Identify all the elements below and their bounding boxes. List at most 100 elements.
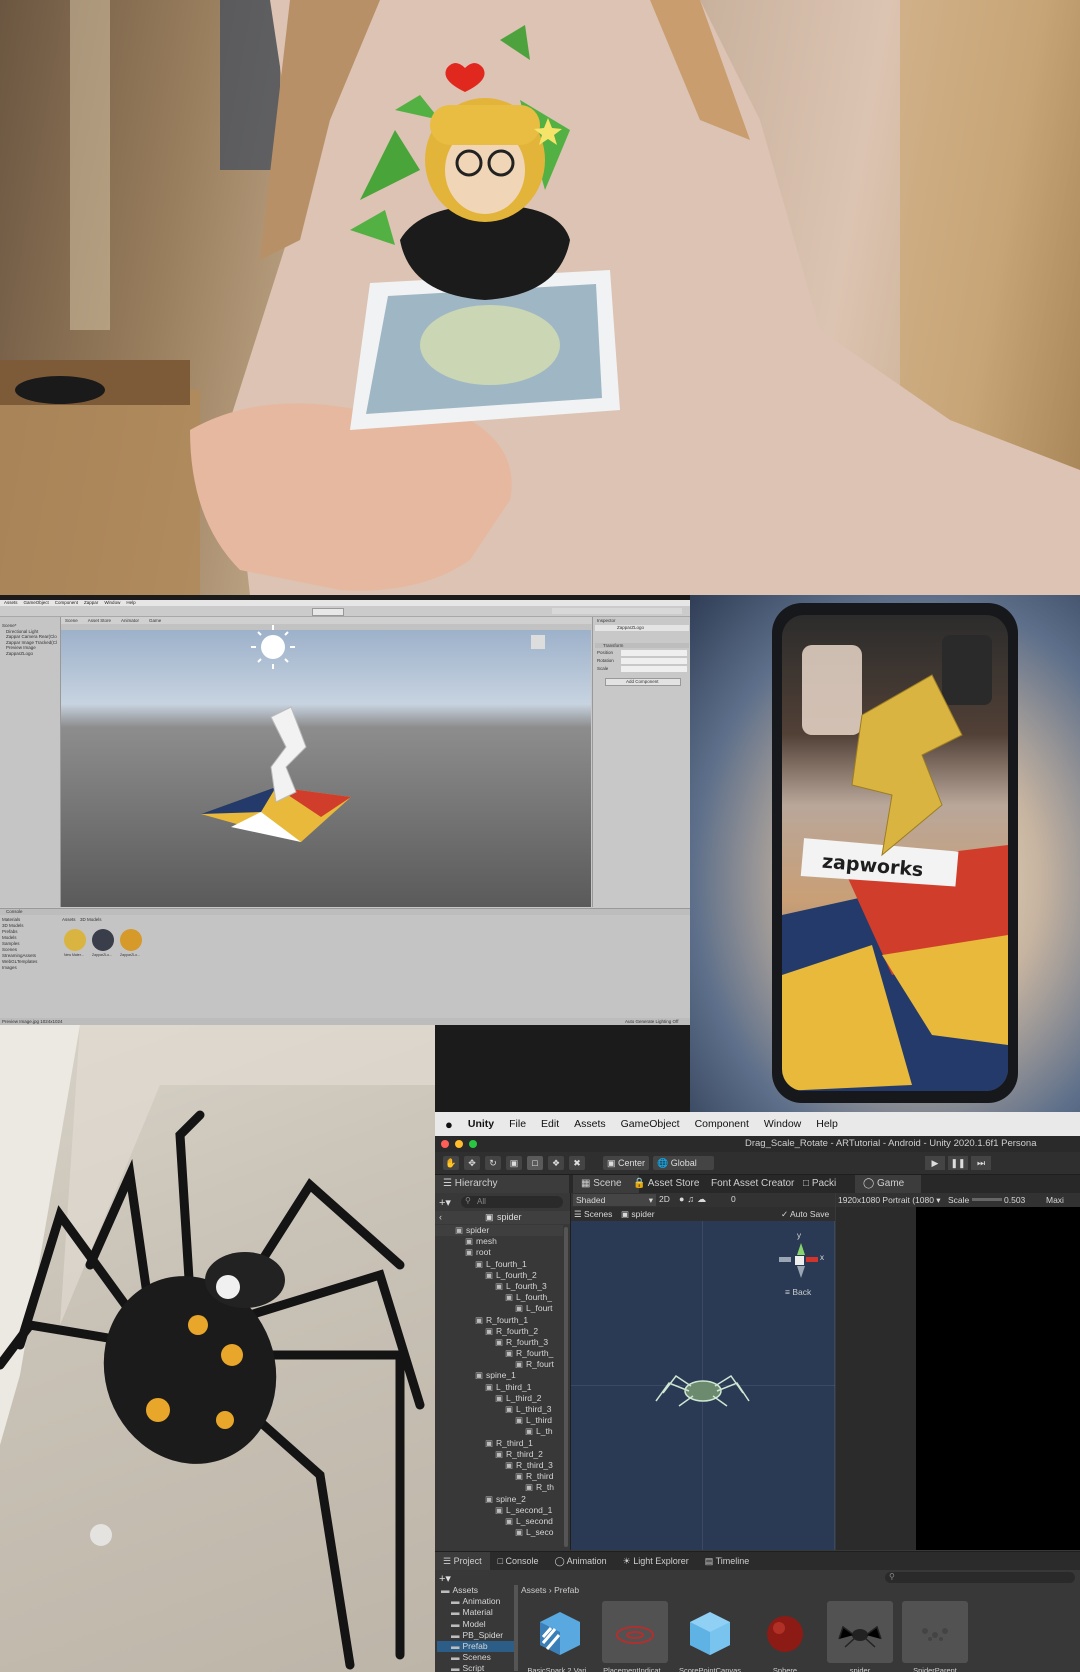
folder-item[interactable]: WebGLTemplates — [2, 959, 37, 964]
back-chevron-icon[interactable]: ‹ — [439, 1212, 442, 1222]
asset-item[interactable]: SpiderParent — [902, 1601, 968, 1672]
hierarchy-item[interactable]: ▣ L_fourth_1 — [435, 1259, 563, 1270]
breadcrumb-item[interactable]: 3D Models — [80, 917, 102, 922]
hierarchy-item[interactable]: ▣ L_third — [435, 1415, 563, 1426]
hierarchy-item[interactable]: ▣ R_fourt — [435, 1359, 563, 1370]
folder-item[interactable]: Samples — [2, 941, 20, 946]
asset-item[interactable]: Sphere — [752, 1601, 818, 1672]
hierarchy-scrollbar[interactable] — [564, 1227, 568, 1547]
tab-animation[interactable]: ◯ Animation — [547, 1552, 615, 1570]
hierarchy-item[interactable]: ▣ R_third_1 — [435, 1438, 563, 1449]
folder-item[interactable]: Models — [2, 935, 17, 940]
project-search-input[interactable]: ⚲ — [885, 1572, 1075, 1583]
hierarchy-item[interactable]: ▣ R_fourth_2 — [435, 1326, 563, 1337]
tab-console[interactable]: Console — [6, 909, 23, 914]
tab-font-asset-creator[interactable]: Font Asset Creator — [703, 1175, 802, 1193]
asset-item[interactable]: PlacementIndicat... — [602, 1601, 668, 1672]
asset-item[interactable]: ScorePointCanvas — [677, 1601, 743, 1672]
pivot-center-toggle[interactable]: ▣ Center — [603, 1156, 650, 1170]
menu-item-gameobject[interactable]: GameObject — [621, 1118, 680, 1130]
hierarchy-item[interactable]: ▣ spine_2 — [435, 1494, 563, 1505]
hierarchy-item[interactable]: ▣ R_fourth_3 — [435, 1337, 563, 1348]
hierarchy-item[interactable]: ▣ L_fourth_ — [435, 1292, 563, 1303]
hierarchy-item[interactable]: ▣ R_third — [435, 1471, 563, 1482]
hierarchy-item[interactable]: ▣ R_third_3 — [435, 1460, 563, 1471]
scene-view[interactable]: Scene Asset Store Animator Game — [61, 617, 595, 907]
hierarchy-item[interactable]: Zappar Image Tracked(Cl — [6, 640, 57, 645]
hierarchy-item[interactable]: ▣ L_th — [435, 1426, 563, 1437]
hierarchy-item[interactable]: ▣ spider — [435, 1225, 563, 1237]
hierarchy-item[interactable]: ▣ L_fourth_2 — [435, 1270, 563, 1281]
rotate-tool-icon[interactable]: ↻ — [485, 1156, 501, 1170]
breadcrumb-item[interactable]: Assets — [62, 917, 76, 922]
hierarchy-item[interactable]: ▣ R_th — [435, 1482, 563, 1493]
move-tool-icon[interactable]: ✥ — [464, 1156, 480, 1170]
hierarchy-item[interactable]: ▣ R_fourth_ — [435, 1348, 563, 1359]
folder-item[interactable]: ▬ Material — [437, 1607, 515, 1618]
tab-light-explorer[interactable]: ☀ Light Explorer — [615, 1552, 697, 1570]
resolution-dropdown[interactable]: 1920x1080 Portrait (1080 ▾ — [838, 1193, 941, 1207]
step-icon[interactable]: ⏭ — [971, 1156, 991, 1170]
hierarchy-item[interactable]: Directional Light — [6, 629, 38, 634]
folder-item[interactable]: 3D Models — [2, 923, 24, 928]
spider-breadcrumb[interactable]: ▣ spider — [621, 1207, 655, 1221]
2d-toggle[interactable]: 2D — [659, 1194, 670, 1204]
add-component-button[interactable]: Add Component — [605, 678, 681, 686]
hierarchy-search-input[interactable]: ⚲ All — [461, 1196, 563, 1208]
folder-item[interactable]: ▬ PB_Spider — [437, 1630, 515, 1641]
hierarchy-item[interactable]: ▣ L_second — [435, 1516, 563, 1527]
shading-mode-dropdown[interactable]: Shaded ▾ — [573, 1194, 656, 1206]
menu-item-file[interactable]: File — [509, 1118, 526, 1130]
custom-tool-icon[interactable]: ✖ — [569, 1156, 585, 1170]
pause-icon[interactable]: ❚❚ — [948, 1156, 968, 1170]
prefab-header[interactable]: ‹ ▣ spider — [435, 1211, 570, 1224]
scale-tool-icon[interactable]: ▣ — [506, 1156, 522, 1170]
pivot-global-toggle[interactable]: 🌐 Global — [653, 1156, 701, 1170]
maximize-toggle[interactable]: Maxi — [1046, 1193, 1064, 1207]
hierarchy-item[interactable]: Preview Image — [6, 645, 36, 650]
hierarchy-item[interactable]: ▣ L_second_1 — [435, 1505, 563, 1516]
add-object-icon[interactable]: +▾ — [439, 1196, 451, 1209]
hierarchy-item[interactable]: ▣ L_third_3 — [435, 1404, 563, 1415]
auto-save-toggle[interactable]: ✓ Auto Save — [781, 1207, 829, 1221]
menu-item-assets[interactable]: Assets — [574, 1118, 606, 1130]
folder-item[interactable]: ▬ Prefab — [437, 1640, 515, 1653]
tab-timeline[interactable]: ▤ Timeline — [697, 1552, 758, 1570]
folder-item[interactable]: Scenes — [2, 947, 17, 952]
object-name-field[interactable]: ZapparZLogo — [595, 625, 689, 631]
play-icon[interactable]: ▶ — [925, 1156, 945, 1170]
folder-item[interactable]: StreamingAssets — [2, 953, 36, 958]
folder-item[interactable]: ▬ Animation — [437, 1596, 515, 1607]
grid-snap-icon[interactable] — [698, 1156, 714, 1170]
scenes-breadcrumb[interactable]: ☰ Scenes — [574, 1207, 612, 1221]
orientation-gizmo[interactable]: y x ≡ Back — [771, 1231, 827, 1301]
hierarchy-item[interactable]: ▣ L_third_2 — [435, 1393, 563, 1404]
hand-tool-icon[interactable]: ✋ — [443, 1156, 459, 1170]
folder-item[interactable]: ▬ Scenes — [437, 1652, 515, 1663]
hierarchy-item[interactable]: ZapparZLogo — [6, 651, 33, 656]
assets-crumb[interactable]: Assets — [521, 1585, 547, 1595]
play-controls[interactable] — [312, 608, 344, 616]
create-asset-icon[interactable]: +▾ — [439, 1572, 451, 1585]
rect-tool-icon[interactable]: □ — [527, 1156, 543, 1170]
tab-asset-store[interactable]: 🔒 Asset Store — [625, 1175, 707, 1193]
menu-item-component[interactable]: Component — [695, 1118, 749, 1130]
prefab-crumb[interactable]: Prefab — [554, 1585, 579, 1595]
hierarchy-item[interactable]: ▣ root — [435, 1247, 563, 1258]
menu-item-window[interactable]: Window — [764, 1118, 801, 1130]
asset-item[interactable]: BasicSpark 2 Vari... — [527, 1601, 593, 1672]
hierarchy-item[interactable]: ▣ L_fourt — [435, 1303, 563, 1314]
project-tree-scrollbar[interactable] — [514, 1585, 518, 1671]
menu-item-unity[interactable]: Unity — [468, 1118, 494, 1130]
folder-item[interactable]: Prefabs — [2, 929, 18, 934]
asset-item[interactable]: spider — [827, 1601, 893, 1672]
asset-item[interactable]: ZapparZLo... — [120, 929, 146, 957]
transform-header[interactable]: Transform — [595, 643, 689, 648]
asset-item[interactable]: New Mater... — [64, 929, 90, 957]
hierarchy-item[interactable]: ▣ L_fourth_3 — [435, 1281, 563, 1292]
folder-item[interactable]: Images — [2, 965, 17, 970]
folder-item[interactable]: ▬ Model — [437, 1619, 515, 1630]
folder-item[interactable]: ▬ Assets — [437, 1585, 515, 1596]
tab-package[interactable]: □ Packi — [795, 1175, 844, 1193]
scene-view-toggles[interactable]: ●♫☁ — [679, 1194, 709, 1205]
